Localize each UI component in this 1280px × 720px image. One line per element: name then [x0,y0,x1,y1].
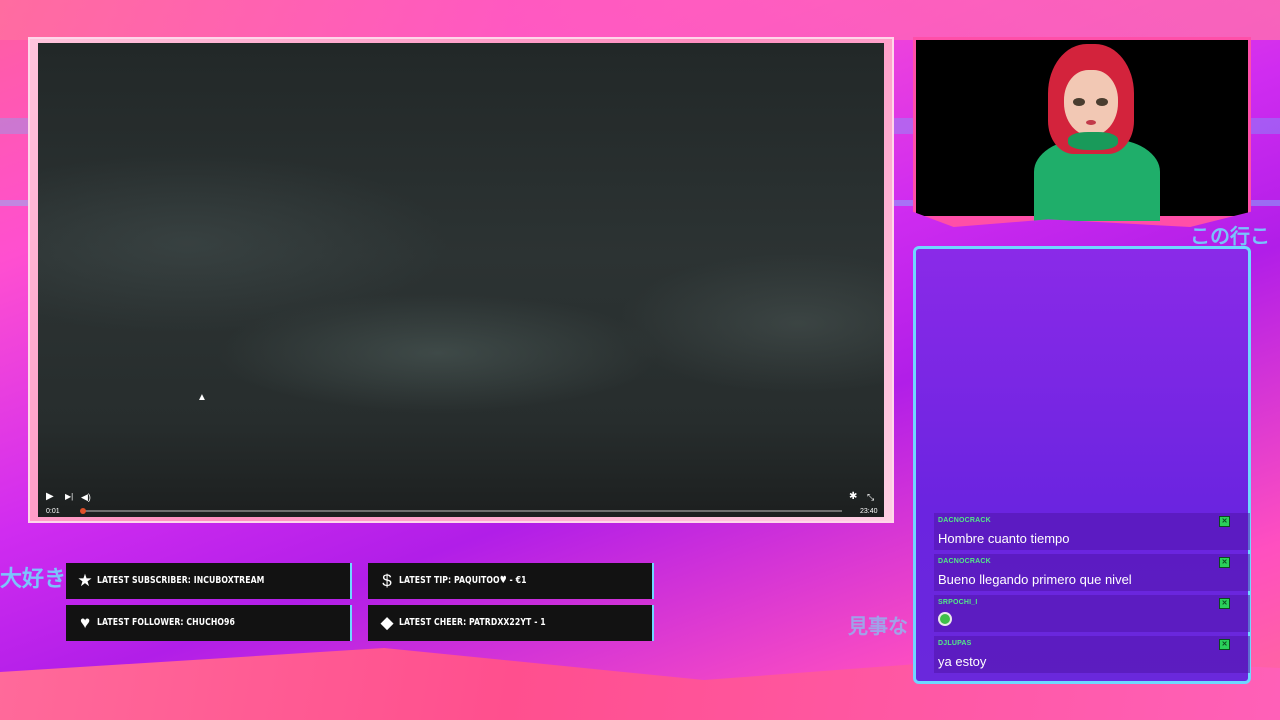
progress-bar[interactable] [82,510,842,512]
heart-icon: ♥ [79,613,91,632]
avatar-eye [1096,98,1108,106]
latest-subscriber-text: LATEST SUBSCRIBER: INCUBOXTREAM [97,575,265,586]
decor-text-right-top: この行こ [1190,224,1270,248]
latest-follower-box: ♥ LATEST FOLLOWER: CHUCHO96 [66,605,352,641]
vtuber-avatar [1026,44,1166,221]
chat-message: DACNOCRACK ✕ Bueno llegando primero que … [934,554,1250,591]
video-area[interactable]: ▲ ▶ ▶| ◀) ✱ ⤡ 0:01 23:40 [38,43,884,517]
latest-cheer-text: LATEST CHEER: PATRDXX22YT - 1 [399,617,546,628]
star-icon: ★ [77,571,93,590]
chat-text: Hombre cuanto tiempo [938,531,1070,546]
chat-text: ya estoy [938,654,987,669]
chat-text: Bueno llegando primero que nivel [938,572,1132,587]
badge-icon: ✕ [1219,557,1230,568]
chat-username: DJLUPAS [938,640,972,647]
gear-icon[interactable]: ✱ [849,492,857,502]
fullscreen-icon[interactable]: ⤡ [867,492,874,502]
badge-icon: ✕ [1219,516,1230,527]
emote-icon [938,612,952,626]
chat-username: DACNOCRACK [938,517,991,524]
chat-message: SRPOCHI_I ✕ [934,595,1250,632]
diamond-icon: ◆ [380,613,394,632]
webcam-frame [913,37,1251,227]
progress-knob[interactable] [79,508,86,514]
mouse-cursor-icon: ▲ [197,392,207,403]
volume-icon[interactable]: ◀) [81,492,91,502]
avatar-scarf [1068,132,1118,150]
latest-follower-text: LATEST FOLLOWER: CHUCHO96 [97,617,236,628]
webcam-feed [916,40,1248,221]
video-player-frame: ▲ ▶ ▶| ◀) ✱ ⤡ 0:01 23:40 [28,37,894,523]
chat-message: DACNOCRACK ✕ Hombre cuanto tiempo [934,513,1250,550]
top-stripe [0,0,1280,40]
latest-tip-box: $ LATEST TIP: PAQUITOO♥ - €1 [368,563,654,599]
chat-message: DJLUPAS ✕ ya estoy [934,636,1250,673]
play-icon[interactable]: ▶ [46,492,54,502]
chat-username: DACNOCRACK [938,558,991,565]
avatar-face [1064,70,1118,136]
latest-cheer-box: ◆ LATEST CHEER: PATRDXX22YT - 1 [368,605,654,641]
badge-icon: ✕ [1219,598,1230,609]
avatar-mouth [1086,120,1096,125]
decor-text-right-bottom: 見事な [848,614,908,638]
decor-text-left: 大好き [0,567,67,592]
avatar-eye [1073,98,1085,106]
dollar-icon: $ [382,571,392,590]
current-time: 0:01 [46,508,60,515]
latest-tip-text: LATEST TIP: PAQUITOO♥ - €1 [399,575,527,586]
chat-username: SRPOCHI_I [938,599,978,606]
badge-icon: ✕ [1219,639,1230,650]
latest-subscriber-box: ★ LATEST SUBSCRIBER: INCUBOXTREAM [66,563,352,599]
duration-time: 23:40 [860,508,878,515]
skip-next-icon[interactable]: ▶| [65,492,73,502]
chat-panel: DACNOCRACK ✕ Hombre cuanto tiempo DACNOC… [913,246,1251,684]
